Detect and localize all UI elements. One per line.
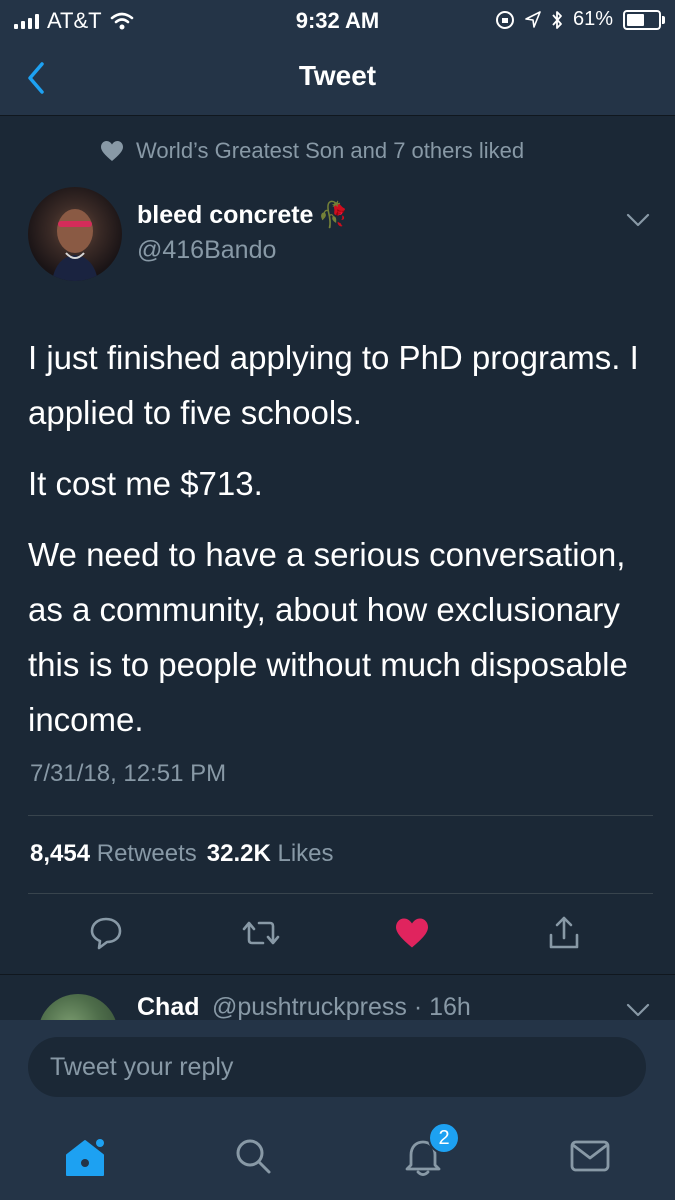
retweets-count: 8,454 xyxy=(30,840,91,867)
tweet-text: I just finished applying to PhD programs… xyxy=(28,330,648,763)
tab-messages[interactable] xyxy=(565,1131,615,1181)
social-context-text: World’s Greatest Son and 7 others liked xyxy=(136,138,525,163)
home-icon xyxy=(66,1139,104,1176)
reply-author-handle: @pushtruckpress · 16h xyxy=(212,993,471,1021)
navigation-bar: Tweet xyxy=(0,40,675,116)
reply-button[interactable] xyxy=(83,910,129,956)
tweet-paragraph: We need to have a serious conversation, … xyxy=(28,536,628,738)
battery-icon xyxy=(623,9,665,30)
likes-label: Likes xyxy=(277,840,334,867)
bluetooth-icon xyxy=(552,10,562,29)
tab-home[interactable] xyxy=(60,1131,110,1181)
divider xyxy=(0,974,675,975)
location-arrow-icon xyxy=(525,10,541,28)
chevron-down-icon[interactable] xyxy=(626,212,650,228)
search-icon xyxy=(236,1139,271,1174)
tweet-paragraph: I just finished applying to PhD programs… xyxy=(28,339,639,431)
divider xyxy=(28,815,653,816)
retweets-label: Retweets xyxy=(96,840,197,867)
retweets-stat[interactable]: 8,454 Retweets xyxy=(30,840,197,868)
like-button[interactable] xyxy=(389,910,435,956)
reply-icon xyxy=(90,917,122,950)
mail-icon xyxy=(570,1140,610,1172)
social-context[interactable]: World’s Greatest Son and 7 others liked xyxy=(100,138,524,164)
reply-author-name[interactable]: Chad xyxy=(137,993,200,1022)
orientation-lock-icon xyxy=(495,10,514,29)
tab-search[interactable] xyxy=(228,1131,278,1181)
avatar-portrait xyxy=(52,209,98,281)
likes-count: 32.2K xyxy=(206,840,271,867)
page-title: Tweet xyxy=(298,60,377,91)
chevron-down-icon[interactable] xyxy=(626,1002,650,1018)
author-name[interactable]: bleed concrete 🥀 xyxy=(137,201,349,230)
reply-input[interactable] xyxy=(28,1037,646,1097)
share-icon xyxy=(549,916,579,949)
tweet-stats: 8,454 Retweets 32.2K Likes xyxy=(30,840,334,868)
share-button[interactable] xyxy=(541,910,587,956)
divider xyxy=(28,893,653,894)
like-heart-icon xyxy=(396,918,428,948)
likes-stat[interactable]: 32.2K Likes xyxy=(207,840,334,868)
battery-percent: 61% xyxy=(572,8,613,30)
retweet-icon xyxy=(242,921,280,945)
tweet-paragraph: It cost me $713. xyxy=(28,465,263,502)
author-name-text: bleed concrete xyxy=(137,201,314,229)
status-bar: AT&T 9:32 AM 61% xyxy=(0,0,675,40)
rose-emoji: 🥀 xyxy=(317,201,349,229)
author-avatar[interactable] xyxy=(28,187,122,281)
tweet-timestamp: 7/31/18, 12:51 PM xyxy=(30,760,227,787)
notification-badge: 2 xyxy=(428,1122,460,1154)
author-handle[interactable]: @416Bando xyxy=(137,236,276,265)
retweet-button[interactable] xyxy=(238,910,284,956)
tweet-actions xyxy=(0,910,675,960)
status-right: 61% xyxy=(495,8,665,31)
heart-icon xyxy=(101,141,123,161)
